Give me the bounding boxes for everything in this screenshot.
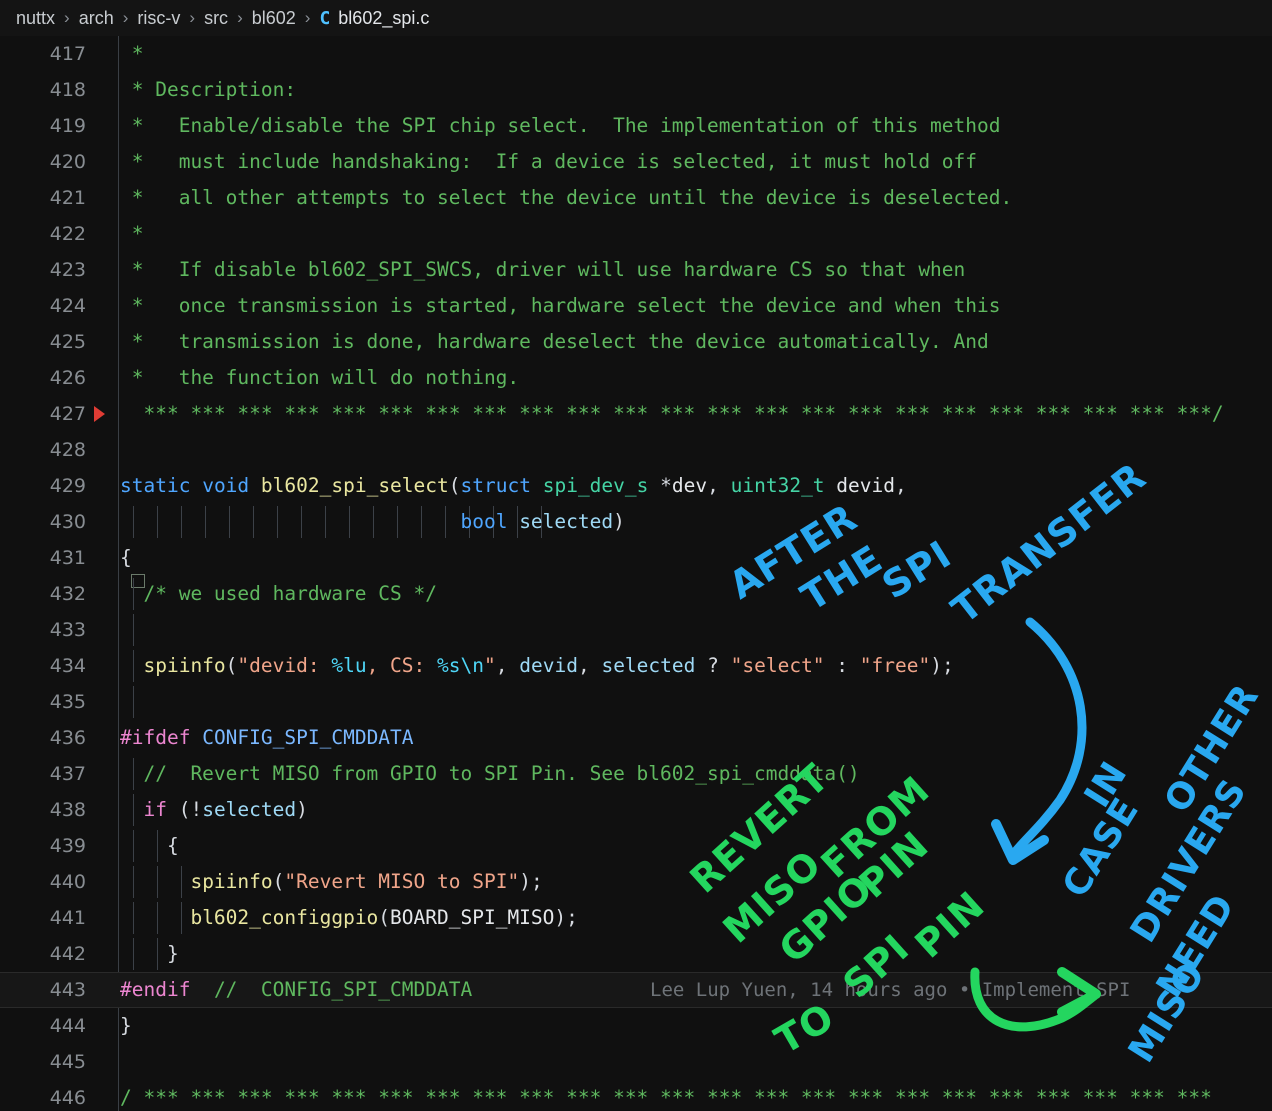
- code-line[interactable]: 435: [0, 684, 1272, 720]
- chevron-right-icon: ›: [122, 8, 129, 27]
- code-line[interactable]: 437 // Revert MISO from GPIO to SPI Pin.…: [0, 756, 1272, 792]
- line-number: 445: [49, 1051, 86, 1073]
- code-line[interactable]: 425 * transmission is done, hardware des…: [0, 324, 1272, 360]
- breadcrumb-file-name[interactable]: bl602_spi.c: [338, 8, 429, 29]
- line-number: 435: [49, 691, 86, 713]
- line-number: 437: [49, 763, 86, 785]
- breadcrumb-segment-bl602[interactable]: bl602: [252, 8, 296, 29]
- vscode-editor-window: nuttx › arch › risc-v › src › bl602 › C …: [0, 0, 1272, 1111]
- code-line[interactable]: 431 {: [0, 540, 1272, 576]
- code-line[interactable]: 444 }: [0, 1008, 1272, 1044]
- breadcrumb-segment-risc-v[interactable]: risc-v: [137, 8, 180, 29]
- line-number: 443: [49, 979, 86, 1001]
- line-number: 425: [49, 331, 86, 353]
- code-line[interactable]: 426 * the function will do nothing.: [0, 360, 1272, 396]
- line-number: 417: [49, 43, 86, 65]
- code-line[interactable]: 433: [0, 612, 1272, 648]
- line-number: 424: [49, 295, 86, 317]
- code-line-current[interactable]: 443 #endif // CONFIG_SPI_CMDDATA Lee Lup…: [0, 972, 1272, 1008]
- code-line[interactable]: 421 * all other attempts to select the d…: [0, 180, 1272, 216]
- code-line[interactable]: 417 *: [0, 36, 1272, 72]
- code-line[interactable]: 438 if (!selected): [0, 792, 1272, 828]
- code-line[interactable]: 427 *** *** *** *** *** *** *** *** *** …: [0, 396, 1272, 432]
- chevron-right-icon: ›: [237, 8, 243, 27]
- code-line[interactable]: 418 * Description:: [0, 72, 1272, 108]
- code-line[interactable]: 439 {: [0, 828, 1272, 864]
- code-line[interactable]: 441 bl602_configgpio(BOARD_SPI_MISO);: [0, 900, 1272, 936]
- breadcrumb-segment-src[interactable]: src: [204, 8, 228, 29]
- line-number: 426: [49, 367, 86, 389]
- line-number: 427: [49, 403, 86, 425]
- line-number: 430: [49, 511, 86, 533]
- code-line[interactable]: 440 spiinfo("Revert MISO to SPI");: [0, 864, 1272, 900]
- debug-step-arrow-icon[interactable]: [94, 406, 105, 422]
- breadcrumb-segment-nuttx[interactable]: nuttx: [16, 8, 55, 29]
- breadcrumb-segment-arch[interactable]: arch: [79, 8, 114, 29]
- code-line[interactable]: 430 bool selected): [0, 504, 1272, 540]
- line-number: 442: [49, 943, 86, 965]
- line-number: 429: [49, 475, 86, 497]
- line-number: 444: [49, 1015, 86, 1037]
- code-line[interactable]: 446 / *** *** *** *** *** *** *** *** **…: [0, 1080, 1272, 1111]
- code-line[interactable]: 436 #ifdef CONFIG_SPI_CMDDATA: [0, 720, 1272, 756]
- code-line[interactable]: 428: [0, 432, 1272, 468]
- code-line[interactable]: 445: [0, 1044, 1272, 1080]
- line-number: 421: [49, 187, 86, 209]
- line-number: 440: [49, 871, 86, 893]
- line-number: 433: [49, 619, 86, 641]
- code-line[interactable]: 423 * If disable bl602_SPI_SWCS, driver …: [0, 252, 1272, 288]
- line-number: 428: [49, 439, 86, 461]
- line-number: 419: [49, 115, 86, 137]
- line-number: 434: [49, 655, 86, 677]
- line-number: 436: [49, 727, 86, 749]
- code-line[interactable]: 424 * once transmission is started, hard…: [0, 288, 1272, 324]
- code-line[interactable]: 432 /* we used hardware CS */: [0, 574, 1272, 612]
- line-number: 418: [49, 79, 86, 101]
- code-line[interactable]: 442 }: [0, 936, 1272, 972]
- git-blame-annotation[interactable]: Lee Lup Yuen, 14 hours ago • Implement S…: [650, 972, 1130, 1008]
- line-number: 422: [49, 223, 86, 245]
- line-number: 432: [49, 583, 86, 605]
- code-editor[interactable]: 417 * 418 * Description: 419 * Enable/di…: [0, 36, 1272, 1111]
- line-number: 439: [49, 835, 86, 857]
- chevron-right-icon: ›: [304, 8, 311, 27]
- line-number: 423: [49, 259, 86, 281]
- code-line[interactable]: 429 static void bl602_spi_select(struct …: [0, 468, 1272, 504]
- code-line[interactable]: 419 * Enable/disable the SPI chip select…: [0, 108, 1272, 144]
- line-number: 431: [49, 547, 86, 569]
- line-number: 441: [49, 907, 86, 929]
- breadcrumb[interactable]: nuttx › arch › risc-v › src › bl602 › C …: [0, 0, 1272, 36]
- code-line[interactable]: 420 * must include handshaking: If a dev…: [0, 144, 1272, 180]
- code-line[interactable]: 434 spiinfo("devid: %lu, CS: %s\n", devi…: [0, 648, 1272, 684]
- chevron-right-icon: ›: [64, 8, 70, 27]
- line-number: 438: [49, 799, 86, 821]
- code-line[interactable]: 422 *: [0, 216, 1272, 252]
- chevron-right-icon: ›: [189, 8, 196, 27]
- line-number: 446: [49, 1087, 86, 1109]
- c-file-icon: C: [319, 7, 331, 29]
- line-number: 420: [49, 151, 86, 173]
